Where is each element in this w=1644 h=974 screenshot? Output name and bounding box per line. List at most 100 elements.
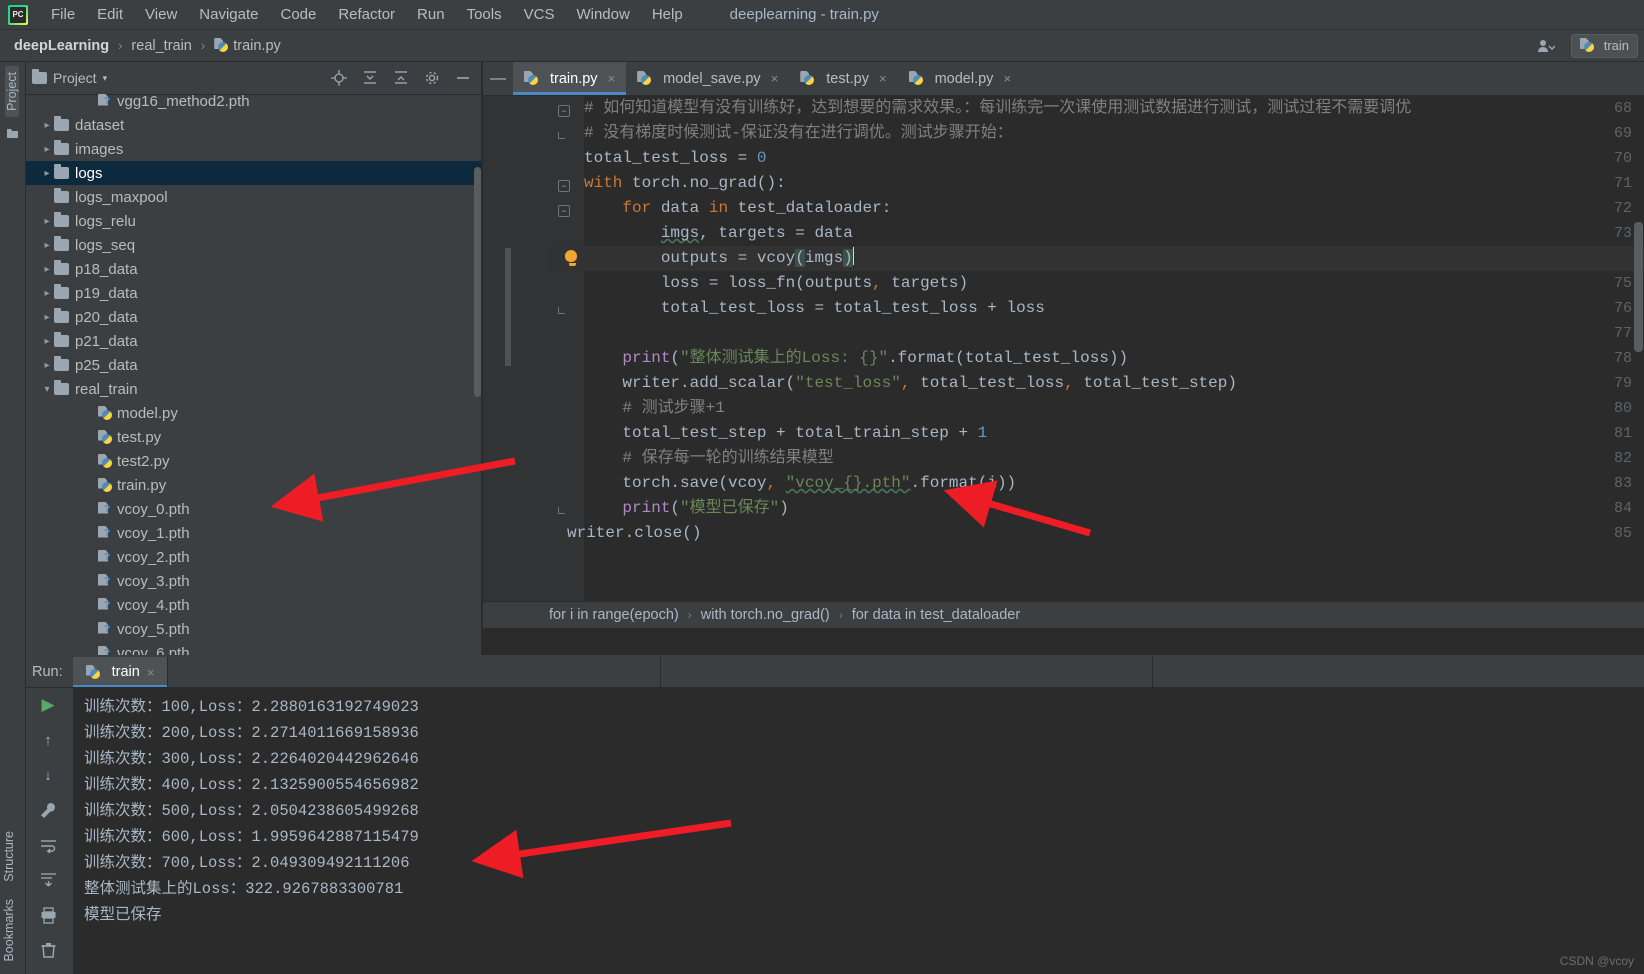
tree-item-logs-seq[interactable]: logs_seq [26, 233, 483, 257]
tree-item-p20-data[interactable]: p20_data [26, 305, 483, 329]
wrench-icon[interactable] [37, 799, 59, 821]
collapse-all-icon[interactable] [361, 70, 378, 87]
soft-wrap-icon[interactable] [37, 834, 59, 856]
close-icon[interactable]: × [1003, 71, 1011, 86]
breadcrumb-item-project[interactable]: deepLearning [14, 38, 109, 54]
tree-item-images[interactable]: images [26, 137, 483, 161]
fold-marker-icon[interactable] [558, 180, 570, 192]
menu-code[interactable]: Code [269, 3, 327, 26]
menu-navigate[interactable]: Navigate [188, 3, 269, 26]
tree-item-vcoy-2-pth[interactable]: vcoy_2.pth [26, 545, 483, 569]
menu-help[interactable]: Help [641, 3, 694, 26]
run-configuration-selector[interactable]: train [1570, 33, 1638, 58]
tree-item-logs-maxpool[interactable]: logs_maxpool [26, 185, 483, 209]
editor-gutter[interactable] [483, 96, 550, 628]
chevron-right-icon[interactable] [40, 168, 54, 179]
code-editor[interactable]: 686970717273747576777879808182838485 # 如… [483, 96, 1644, 628]
chevron-right-icon[interactable] [40, 240, 54, 251]
hide-panel-icon[interactable] [454, 70, 471, 87]
tree-item-logs-relu[interactable]: logs_relu [26, 209, 483, 233]
favorites-icon[interactable] [3, 125, 21, 143]
chevron-right-icon[interactable] [40, 144, 54, 155]
scroll-to-end-icon[interactable] [37, 869, 59, 891]
menu-tools[interactable]: Tools [456, 3, 513, 26]
fold-end-marker-icon[interactable] [558, 132, 565, 139]
settings-gear-icon[interactable] [423, 70, 440, 87]
tree-item-vgg16-method2-pth[interactable]: vgg16_method2.pth [26, 89, 483, 113]
tree-item-test-py[interactable]: test.py [26, 425, 483, 449]
editor-tab-model-py[interactable]: model.py × [898, 62, 1022, 95]
editor-tab-train-py[interactable]: train.py × [513, 62, 627, 95]
chevron-right-icon[interactable] [40, 312, 54, 323]
editor-breadcrumb-2[interactable]: for data in test_dataloader [852, 607, 1020, 623]
clear-all-icon[interactable] [37, 939, 59, 961]
chevron-right-icon[interactable] [40, 336, 54, 347]
tool-window-button-bookmarks[interactable]: Bookmarks [2, 893, 16, 968]
menu-refactor[interactable]: Refactor [327, 3, 406, 26]
tree-item-p21-data[interactable]: p21_data [26, 329, 483, 353]
run-console-output[interactable]: CSDN @vcoy 训练次数：100,Loss：2.2880163192749… [70, 688, 1644, 974]
editor-scrollbar[interactable] [1634, 222, 1643, 352]
project-file-tree[interactable]: vgg16_method2.pthdataset images logs logs_m… [26, 87, 483, 655]
chevron-right-icon[interactable] [40, 120, 54, 131]
tree-item-test2-py[interactable]: test2.py [26, 449, 483, 473]
tree-item-logs[interactable]: logs [26, 161, 483, 185]
tree-item-vcoy-0-pth[interactable]: vcoy_0.pth [26, 497, 483, 521]
close-icon[interactable]: × [879, 71, 887, 86]
tool-window-button-structure[interactable]: Structure [2, 825, 16, 888]
close-icon[interactable]: × [771, 71, 779, 86]
tool-window-button-project[interactable]: Project [5, 66, 19, 117]
editor-breadcrumb-0[interactable]: for i in range(epoch) [549, 607, 679, 623]
chevron-right-icon[interactable] [40, 288, 54, 299]
chevron-right-icon[interactable] [40, 264, 54, 275]
close-icon[interactable]: × [147, 665, 155, 680]
breadcrumb-item-file[interactable]: train.py [233, 38, 281, 54]
breadcrumb-item-folder[interactable]: real_train [131, 38, 191, 54]
tree-item-model-py[interactable]: model.py [26, 401, 483, 425]
down-arrow-icon[interactable]: ↓ [37, 764, 59, 786]
tree-item-dataset[interactable]: dataset [26, 113, 483, 137]
tree-item-label: vcoy_5.pth [117, 620, 190, 638]
menu-run[interactable]: Run [406, 3, 456, 26]
chevron-down-icon[interactable] [40, 384, 54, 395]
intention-bulb-icon[interactable] [565, 250, 579, 266]
collapse-editor-icon[interactable]: — [483, 62, 513, 95]
menu-edit[interactable]: Edit [86, 3, 134, 26]
up-arrow-icon[interactable]: ↑ [37, 729, 59, 751]
tree-item-vcoy-6-pth[interactable]: vcoy_6.pth [26, 641, 483, 656]
fold-end-marker-icon[interactable] [558, 307, 565, 314]
tree-item-p25-data[interactable]: p25_data [26, 353, 483, 377]
tree-item-vcoy-5-pth[interactable]: vcoy_5.pth [26, 617, 483, 641]
tree-item-real-train[interactable]: real_train [26, 377, 483, 401]
run-tab-train[interactable]: train × [72, 657, 168, 687]
fold-marker-icon[interactable] [558, 205, 570, 217]
window-title: deeplearning - train.py [729, 6, 879, 23]
editor-tab-model-save-py[interactable]: model_save.py × [626, 62, 789, 95]
editor-tab-test-py[interactable]: test.py × [789, 62, 897, 95]
chevron-right-icon[interactable] [40, 216, 54, 227]
tree-item-p18-data[interactable]: p18_data [26, 257, 483, 281]
user-silhouette-icon[interactable] [1531, 37, 1561, 55]
print-icon[interactable] [37, 904, 59, 926]
fold-marker-icon[interactable] [558, 105, 570, 117]
expand-all-icon[interactable] [392, 70, 409, 87]
tree-item-vcoy-3-pth[interactable]: vcoy_3.pth [26, 569, 483, 593]
close-icon[interactable]: × [608, 71, 616, 86]
tree-item-vcoy-1-pth[interactable]: vcoy_1.pth [26, 521, 483, 545]
chevron-right-icon[interactable] [40, 360, 54, 371]
menu-view[interactable]: View [134, 3, 188, 26]
target-icon[interactable] [330, 70, 347, 87]
chevron-down-icon[interactable]: ▾ [103, 73, 108, 84]
tree-item-train-py[interactable]: train.py [26, 473, 483, 497]
fold-end-marker-icon[interactable] [558, 507, 565, 514]
editor-breadcrumb-1[interactable]: with torch.no_grad() [701, 607, 830, 623]
menu-vcs[interactable]: VCS [513, 3, 566, 26]
console-line: 训练次数：400,Loss：2.1325900554656982 [84, 776, 419, 794]
rerun-icon[interactable]: ▶ [37, 694, 59, 716]
menu-file[interactable]: File [40, 3, 86, 26]
tree-item-vcoy-4-pth[interactable]: vcoy_4.pth [26, 593, 483, 617]
editor-fold-gutter[interactable] [550, 96, 584, 628]
menu-window[interactable]: Window [565, 3, 640, 26]
tree-item-p19-data[interactable]: p19_data [26, 281, 483, 305]
project-tree-scrollbar[interactable] [474, 167, 481, 397]
